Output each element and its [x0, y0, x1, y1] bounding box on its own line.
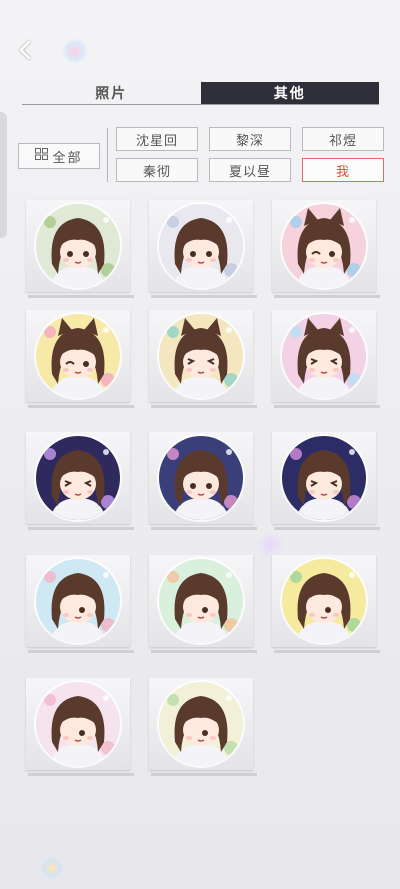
badge-image: [282, 559, 366, 643]
filter-chip-xia-yizhou[interactable]: 夏以昼: [209, 158, 291, 182]
grid-icon: [35, 148, 49, 164]
badge-image: [36, 204, 120, 288]
side-drawer-handle[interactable]: [0, 112, 7, 238]
badge-image: [36, 559, 120, 643]
tab-photos[interactable]: 照片: [22, 82, 201, 104]
filter-all-label: 全部: [52, 150, 83, 166]
badge-card[interactable]: [149, 200, 257, 298]
badge-card[interactable]: [26, 200, 134, 298]
badge-image: [159, 559, 243, 643]
filter-chip-shen-xinghui[interactable]: 沈星回: [116, 127, 198, 151]
badge-card[interactable]: [272, 310, 380, 408]
badge-card[interactable]: [149, 310, 257, 408]
badge-image: [36, 314, 120, 398]
tab-other[interactable]: 其他: [200, 82, 379, 104]
badge-card[interactable]: [26, 432, 134, 530]
filter-chip-qin-che[interactable]: 秦彻: [116, 158, 198, 182]
badge-image: [159, 436, 243, 520]
badge-image: [282, 314, 366, 398]
filter-chip-me[interactable]: 我: [302, 158, 384, 182]
badge-card[interactable]: [149, 678, 257, 776]
filter-chip-qi-yu[interactable]: 祁煜: [302, 127, 384, 151]
badge-image: [36, 436, 120, 520]
badge-card[interactable]: [149, 555, 257, 653]
badge-card[interactable]: [272, 200, 380, 298]
badge-card[interactable]: [26, 555, 134, 653]
sparkle-decoration: [62, 38, 88, 64]
badge-card[interactable]: [272, 432, 380, 530]
badge-image: [282, 204, 366, 288]
badge-card[interactable]: [149, 432, 257, 530]
back-arrow-icon[interactable]: [14, 38, 38, 62]
filter-chip-li-shen[interactable]: 黎深: [209, 127, 291, 151]
badge-card[interactable]: [26, 678, 134, 776]
sparkle-decoration: [40, 856, 64, 880]
category-tabs: 照片 其他: [22, 82, 379, 105]
badge-image: [159, 682, 243, 766]
filter-divider: [107, 128, 108, 182]
badge-image: [36, 682, 120, 766]
badge-image: [159, 204, 243, 288]
filter-all-button[interactable]: 全部: [18, 143, 100, 169]
badge-image: [159, 314, 243, 398]
badge-card[interactable]: [272, 555, 380, 653]
badge-card[interactable]: [26, 310, 134, 408]
badge-image: [282, 436, 366, 520]
